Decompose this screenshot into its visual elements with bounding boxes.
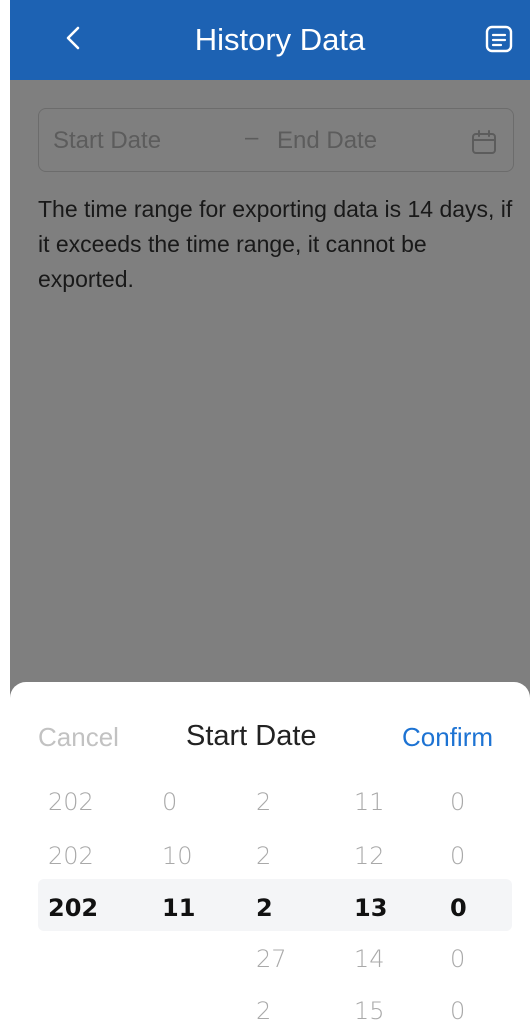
picker-minute-option[interactable]: 0 [450, 788, 465, 816]
picker-day-option[interactable]: 27 [256, 945, 287, 973]
picker-hour-option[interactable]: 12 [354, 842, 385, 870]
app-header: History Data [10, 0, 530, 80]
picker-month-option[interactable]: 10 [162, 842, 193, 870]
back-button[interactable] [56, 18, 92, 58]
picker-month-option[interactable]: 11 [162, 894, 195, 922]
page-title: History Data [194, 22, 366, 57]
picker-day-option[interactable]: 2 [256, 788, 271, 816]
list-document-icon [485, 25, 513, 53]
picker-minute-option[interactable]: 0 [450, 842, 465, 870]
picker-day-option[interactable]: 2 [256, 842, 271, 870]
picker-year-option[interactable]: 202 [48, 788, 94, 816]
picker-minute-option[interactable]: 0 [450, 945, 465, 973]
chevron-left-icon [66, 26, 80, 50]
picker-year-option[interactable]: 202 [48, 894, 98, 922]
picker-wheels[interactable]: 202 202 202 0 10 11 2 2 2 27 2 11 12 13 14 15 0 0 0 0 0 [10, 682, 530, 1025]
export-list-button[interactable] [484, 24, 514, 54]
picker-month-option[interactable]: 0 [162, 788, 177, 816]
picker-minute-option[interactable]: 0 [450, 894, 467, 922]
picker-year-option[interactable]: 202 [48, 842, 94, 870]
picker-hour-option[interactable]: 14 [354, 945, 385, 973]
picker-day-option[interactable]: 2 [256, 894, 273, 922]
date-picker-sheet: Cancel Start Date Confirm 202 202 202 0 10 11… [10, 682, 530, 1025]
picker-hour-option[interactable]: 13 [354, 894, 387, 922]
picker-hour-option[interactable]: 11 [354, 788, 385, 816]
